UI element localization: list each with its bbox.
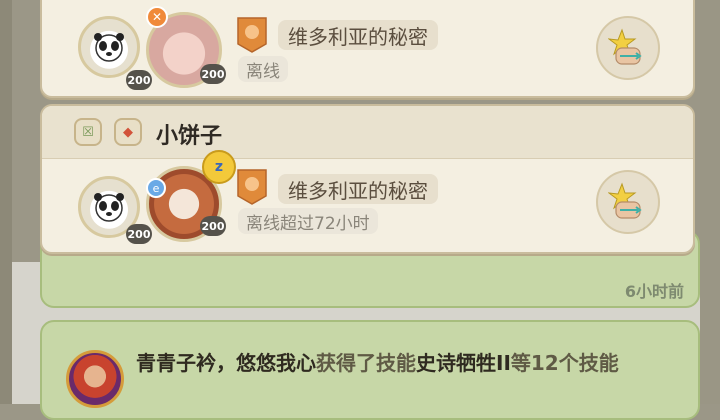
sleeping-icon: z (202, 150, 236, 184)
feed-verb: 获得了技能 (316, 351, 416, 375)
online-status: 离线 (238, 56, 288, 82)
feed-player-avatar[interactable] (66, 350, 124, 408)
pet-avatar[interactable] (78, 16, 140, 78)
interact-button[interactable] (596, 170, 660, 234)
rank-badge-icon: ☒ (74, 118, 102, 146)
friend-card-header: ☒ ◆ 小饼子 (42, 106, 693, 159)
level-badge: 200 (200, 216, 226, 236)
hand-star-icon (608, 28, 642, 65)
guild-banner-icon (237, 169, 267, 205)
level-badge: 200 (200, 64, 226, 84)
feed-timestamp: 6小时前 (624, 282, 684, 301)
crossed-swords-icon: ✕ (146, 6, 168, 28)
status-bubble-icon: e (146, 178, 166, 198)
friend-card[interactable]: ☒ ◆ 小饼子 200 e z 200 维多利亚的秘密 离线超过72小时 (40, 104, 695, 254)
feed-player-name[interactable]: 青青子衿，悠悠我心 (136, 351, 316, 375)
zone-name: 维多利亚的秘密 (278, 20, 438, 50)
friend-name: 小饼子 (156, 124, 223, 149)
feed-message: 青青子衿，悠悠我心获得了技能史诗牺牲II等12个技能 (136, 348, 676, 378)
online-status: 离线超过72小时 (238, 208, 378, 234)
friend-card[interactable]: 200 ✕ 200 维多利亚的秘密 离线 (40, 0, 695, 98)
level-badge: 200 (126, 70, 152, 90)
right-edge (700, 0, 720, 404)
guild-banner-icon (237, 17, 267, 53)
feed-rest: 等12个技能 (510, 351, 619, 375)
level-badge: 200 (126, 224, 152, 244)
left-edge (0, 0, 12, 404)
feed-item[interactable]: 青青子衿，悠悠我心获得了技能史诗牺牲II等12个技能 (40, 320, 700, 420)
interact-button[interactable] (596, 16, 660, 80)
fish-badge-icon: ◆ (114, 118, 142, 146)
feed-skill-name: 史诗牺牲II (416, 351, 511, 375)
panda-icon (94, 193, 124, 222)
panda-icon (94, 33, 124, 62)
zone-name: 维多利亚的秘密 (278, 174, 438, 204)
hand-star-icon (608, 182, 642, 219)
